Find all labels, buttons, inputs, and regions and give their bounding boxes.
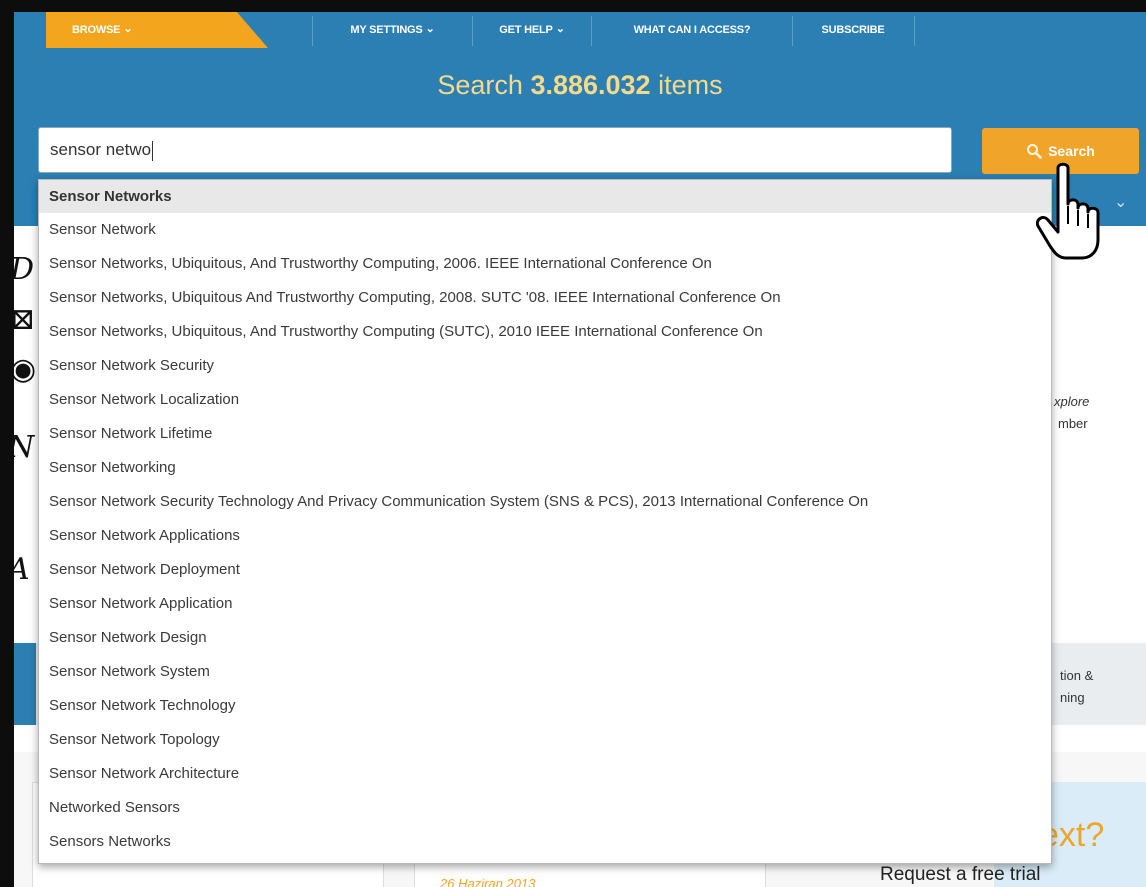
- suggestion-item[interactable]: Sensor Network Technology: [39, 689, 1051, 723]
- feature-band-accent: [14, 643, 36, 725]
- nav-divider: [914, 16, 915, 46]
- xplore-fragment: xplore: [1054, 394, 1090, 409]
- mber-fragment: mber: [1058, 416, 1088, 431]
- date-label: 26 Haziran 2013: [440, 876, 536, 887]
- promo-request-trial-link[interactable]: Request a free trial: [880, 864, 1041, 886]
- tion-fragment: tion &: [1060, 668, 1094, 683]
- page-frame: D ⊠ ◉ N A xplore mber tion & ning ext? R…: [14, 12, 1146, 887]
- hand-cursor-icon: [1036, 162, 1100, 260]
- main-nav: BROWSE ⌄ MY SETTINGS ⌄ GET HELP ⌄ WHAT CAN …: [14, 12, 1146, 48]
- suggestion-item[interactable]: Sensor Network Applications: [39, 519, 1051, 553]
- suggestion-item-active[interactable]: Sensor Networks: [39, 180, 1051, 213]
- suggestion-item[interactable]: Sensor Network System: [39, 655, 1051, 689]
- suggestion-item[interactable]: Sensor Network Localization: [39, 383, 1051, 417]
- page-scribble-circle: ◉: [14, 352, 36, 387]
- search-input-value: sensor netwo: [50, 140, 152, 159]
- suggestion-item[interactable]: Sensor Network Security: [39, 349, 1051, 383]
- autocomplete-dropdown: Sensor Networks Sensor Network Sensor Netw…: [38, 179, 1052, 864]
- page-scribble-d: D: [14, 252, 34, 287]
- suggestion-item[interactable]: Sensor Network Security Technology And P…: [39, 485, 1051, 519]
- page-scribble-envelope: ⊠: [14, 302, 35, 337]
- suggestion-item[interactable]: Sensor Network Architecture: [39, 757, 1051, 791]
- suggestion-item[interactable]: Sensor Networking: [39, 451, 1051, 485]
- suggestion-item[interactable]: Sensor Network Lifetime: [39, 417, 1051, 451]
- suggestion-item[interactable]: Sensor Network: [39, 213, 1051, 247]
- suggestion-item[interactable]: Sensor Network Topology: [39, 723, 1051, 757]
- ning-fragment: ning: [1060, 690, 1085, 705]
- search-icon: [1027, 144, 1042, 159]
- nav-get-help[interactable]: GET HELP ⌄: [473, 12, 591, 48]
- nav-my-settings-label: MY SETTINGS: [350, 24, 423, 36]
- text-caret: [152, 140, 154, 161]
- suggestion-item[interactable]: Sensor Networks, Ubiquitous, And Trustwo…: [39, 247, 1051, 281]
- search-headline: Search 3.886.032 items: [14, 70, 1146, 101]
- suggestion-item[interactable]: Networked Sensors: [39, 791, 1051, 825]
- headline-prefix: Search: [437, 70, 523, 100]
- nav-what-can-i-access[interactable]: WHAT CAN I ACCESS?: [592, 12, 792, 48]
- chevron-down-icon: ⌄: [555, 23, 565, 35]
- nav-my-settings[interactable]: MY SETTINGS ⌄: [313, 12, 472, 48]
- search-input[interactable]: sensor netwo: [38, 127, 952, 173]
- suggestion-item[interactable]: Sensor Network Deployment: [39, 553, 1051, 587]
- chevron-down-icon[interactable]: ⌄: [1114, 192, 1127, 212]
- nav-browse-label: BROWSE: [72, 24, 121, 36]
- suggestion-item[interactable]: Sensor Networks, Ubiquitous, And Trustwo…: [39, 315, 1051, 349]
- headline-count: 3.886.032: [530, 70, 651, 100]
- nav-subscribe[interactable]: SUBSCRIBE: [793, 12, 913, 48]
- chevron-down-icon: ⌄: [425, 23, 435, 35]
- suggestion-item[interactable]: Sensors Networks: [39, 825, 1051, 859]
- suggestion-item[interactable]: Sensor Network Application: [39, 587, 1051, 621]
- nav-browse[interactable]: BROWSE ⌄: [46, 12, 268, 48]
- suggestion-item[interactable]: Sensor Networks, Ubiquitous And Trustwor…: [39, 281, 1051, 315]
- search-button-label: Search: [1048, 143, 1095, 159]
- suggestion-item[interactable]: Sensor Network Design: [39, 621, 1051, 655]
- page-scribble-m: N: [14, 430, 34, 465]
- headline-suffix: items: [658, 70, 723, 100]
- page-scribble-a: A: [14, 552, 30, 587]
- chevron-down-icon: ⌄: [123, 23, 133, 35]
- nav-get-help-label: GET HELP: [499, 24, 553, 36]
